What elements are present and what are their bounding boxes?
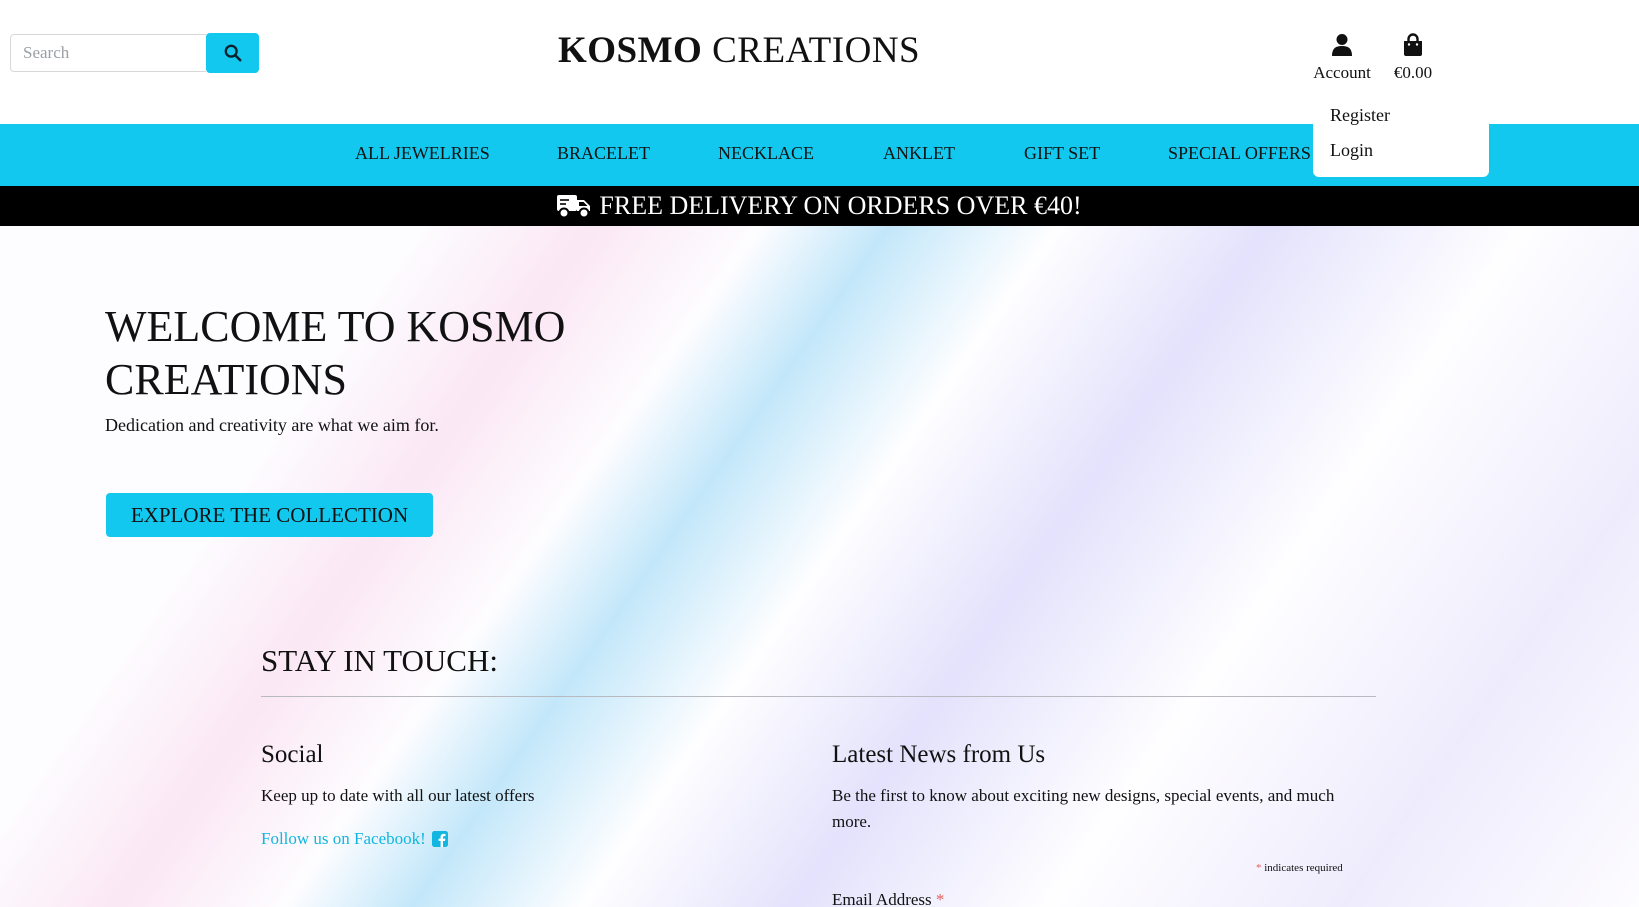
search-icon — [224, 44, 241, 62]
social-text: Keep up to date with all our latest offe… — [261, 786, 535, 805]
search-button[interactable] — [206, 33, 259, 73]
user-icon — [1332, 34, 1352, 56]
cart-amount: €0.00 — [1393, 63, 1433, 82]
account-dropdown: Register Login — [1313, 98, 1489, 177]
nav-item-special-offers[interactable]: SPECIAL OFFERS — [1168, 143, 1311, 164]
stay-in-touch-title: STAY IN TOUCH: — [261, 643, 498, 678]
email-address-label: Email Address * — [832, 890, 944, 907]
nav-item-gift-set[interactable]: GIFT SET — [1024, 143, 1100, 164]
search-form — [10, 33, 259, 73]
email-required-asterisk: * — [935, 890, 945, 907]
social-title: Social — [261, 741, 324, 768]
brand-rest: CREATIONS — [712, 30, 921, 71]
nav-item-necklace[interactable]: NECKLACE — [718, 143, 814, 164]
facebook-link-label: Follow us on Facebook! — [261, 829, 426, 848]
facebook-icon — [431, 831, 448, 847]
brand-logo[interactable]: KOSMO CREATIONS — [558, 29, 920, 72]
brand-bold: KOSMO — [558, 30, 703, 71]
facebook-link[interactable]: Follow us on Facebook! — [261, 829, 448, 849]
news-text: Be the first to know about exciting new … — [832, 786, 1335, 831]
email-label-text: Email Address — [832, 890, 932, 907]
nav-item-bracelet[interactable]: BRACELET — [557, 143, 650, 164]
account-link[interactable]: Account — [1312, 33, 1372, 83]
truck-icon — [557, 195, 591, 219]
nav-item-all-jewelries[interactable]: ALL JEWELRIES — [355, 143, 490, 164]
hero-section: WELCOME TO KOSMO CREATIONS Dedication an… — [0, 226, 1639, 907]
shopping-bag-icon — [1404, 33, 1422, 56]
section-divider — [261, 696, 1376, 697]
explore-collection-button[interactable]: EXPLORE THE COLLECTION — [106, 493, 433, 537]
register-link[interactable]: Register — [1313, 98, 1489, 133]
required-note: * indicates required — [1256, 862, 1343, 874]
banner-text: FREE DELIVERY ON ORDERS OVER €40! — [599, 191, 1082, 220]
required-note-text: indicates required — [1264, 862, 1343, 874]
required-asterisk: * — [1256, 862, 1262, 874]
nav-item-anklet[interactable]: ANKLET — [883, 143, 955, 164]
cart-link[interactable]: €0.00 — [1388, 33, 1438, 83]
news-title: Latest News from Us — [832, 741, 1046, 768]
hero-subtitle: Dedication and creativity are what we ai… — [105, 415, 439, 435]
hero-title: WELCOME TO KOSMO CREATIONS — [105, 302, 566, 404]
search-input[interactable] — [10, 34, 206, 72]
account-label: Account — [1313, 63, 1371, 82]
delivery-banner: FREE DELIVERY ON ORDERS OVER €40! — [0, 186, 1639, 226]
login-link[interactable]: Login — [1313, 133, 1489, 168]
